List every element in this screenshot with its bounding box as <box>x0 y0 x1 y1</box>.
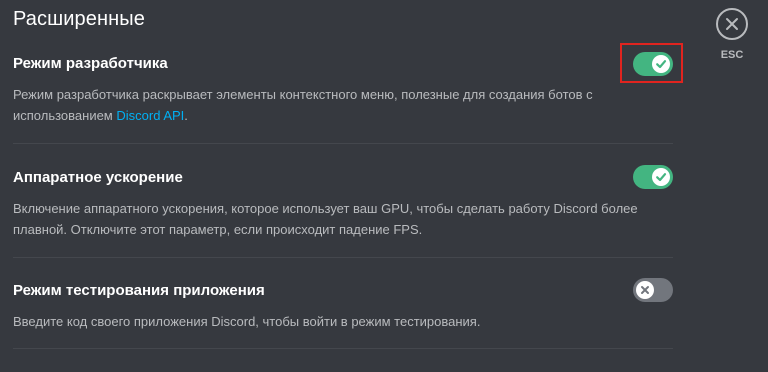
setting-title-developer-mode: Режим разработчика <box>13 55 168 72</box>
advanced-settings-page: Расширенные Режим разработчика Режим раз… <box>0 0 768 372</box>
check-icon <box>656 173 667 182</box>
toggle-knob <box>636 281 654 299</box>
toggle-knob <box>652 168 670 186</box>
app-test-mode-toggle[interactable] <box>633 278 673 302</box>
esc-label: ESC <box>720 49 744 61</box>
desc-end: . <box>184 108 188 123</box>
divider <box>13 257 673 258</box>
divider <box>13 348 673 349</box>
close-icon <box>726 18 738 30</box>
hardware-acceleration-toggle[interactable] <box>633 165 673 189</box>
setting-desc-developer-mode: Режим разработчика раскрывает элементы к… <box>13 84 673 126</box>
toggle-knob <box>652 55 670 73</box>
setting-desc-app-test-mode: Введите код своего приложения Discord, ч… <box>13 314 481 329</box>
setting-title-app-test-mode: Режим тестирования приложения <box>13 282 265 299</box>
x-icon <box>641 286 649 294</box>
setting-desc-hardware-acceleration: Включение аппаратного ускорения, которое… <box>13 201 638 237</box>
check-icon <box>656 60 667 69</box>
setting-title-hardware-acceleration: Аппаратное ускорение <box>13 169 183 186</box>
developer-mode-toggle[interactable] <box>633 52 673 76</box>
desc-text: Режим разработчика раскрывает элементы к… <box>13 87 593 123</box>
close-button[interactable] <box>716 8 748 40</box>
page-title: Расширенные <box>13 8 145 30</box>
divider <box>13 143 673 144</box>
discord-api-link[interactable]: Discord API <box>116 108 184 123</box>
close-control: ESC <box>712 8 752 61</box>
